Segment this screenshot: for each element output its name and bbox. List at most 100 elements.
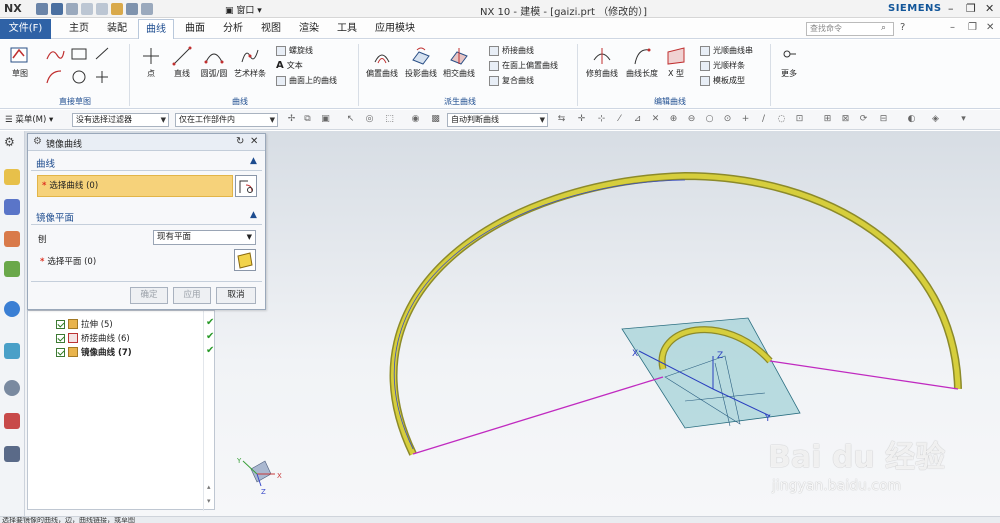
- tab-file[interactable]: 文件(F): [0, 19, 51, 39]
- reuse-library-icon[interactable]: [4, 261, 20, 277]
- tab-assembly[interactable]: 装配: [100, 19, 134, 39]
- bridge-curve-line-left[interactable]: [412, 376, 664, 455]
- clock-icon[interactable]: [4, 380, 20, 396]
- filter-icon[interactable]: ⧉: [302, 114, 313, 125]
- minimize-icon[interactable]: –: [948, 2, 954, 15]
- nav-item-bridge-curve[interactable]: 桥接曲线 (6): [56, 331, 130, 345]
- plane-select-button[interactable]: [234, 249, 256, 271]
- control-point-icon[interactable]: ⊿: [632, 114, 643, 125]
- doc-close-icon[interactable]: ✕: [986, 22, 994, 33]
- close-icon[interactable]: ✕: [985, 2, 994, 15]
- process-studio-icon[interactable]: [4, 446, 20, 462]
- copy-icon[interactable]: [96, 3, 108, 15]
- restore-icon[interactable]: ❐: [966, 2, 976, 15]
- chevron-up-icon[interactable]: ▲: [250, 156, 257, 166]
- intersection-curve-button[interactable]: 相交曲线: [441, 46, 477, 79]
- search-icon[interactable]: ⌕: [881, 23, 886, 33]
- bridge-curve-line-right[interactable]: [769, 360, 959, 390]
- arc-circle-button[interactable]: 圆弧/圆: [198, 46, 230, 79]
- shading-icon[interactable]: ◐: [906, 114, 917, 125]
- deselect-icon[interactable]: ◎: [364, 114, 375, 125]
- arc-center-icon[interactable]: ⊕: [668, 114, 679, 125]
- select-curve-field[interactable]: * 选择曲线 (0): [37, 175, 233, 197]
- text-button[interactable]: A 文本: [276, 60, 303, 71]
- trim-curve-button[interactable]: 修剪曲线: [583, 46, 621, 79]
- orient-view-icon[interactable]: ◈: [930, 114, 941, 125]
- fit-icon[interactable]: ⊞: [822, 114, 833, 125]
- view-icon[interactable]: ◉: [410, 114, 421, 125]
- view-triad[interactable]: X Y Z: [236, 457, 282, 496]
- undo-icon[interactable]: [51, 3, 63, 15]
- tab-home[interactable]: 主页: [62, 19, 96, 39]
- smooth-curve-string-button[interactable]: 光顺曲线串: [700, 45, 753, 56]
- touch-mode-icon[interactable]: [141, 3, 153, 15]
- tab-curve[interactable]: 曲线: [138, 19, 174, 39]
- tab-applications[interactable]: 应用模块: [368, 19, 422, 39]
- system-material-icon[interactable]: [4, 413, 20, 429]
- project-curve-button[interactable]: 投影曲线: [403, 46, 439, 79]
- doc-minimize-icon[interactable]: –: [950, 22, 955, 33]
- part-navigator-icon[interactable]: [4, 231, 20, 247]
- sketch-button[interactable]: 草图: [6, 44, 34, 79]
- tab-surface[interactable]: 曲面: [178, 19, 212, 39]
- cursor-icon[interactable]: ↖: [345, 114, 356, 125]
- studio-spline-button[interactable]: 艺术样条: [232, 46, 268, 79]
- nav-item-extrude[interactable]: 拉伸 (5): [56, 317, 113, 331]
- repeat-icon[interactable]: [126, 3, 138, 15]
- redo-icon[interactable]: [66, 3, 78, 15]
- bridge-curve-button[interactable]: 桥接曲线: [489, 45, 534, 56]
- reset-icon[interactable]: ↻: [236, 136, 244, 147]
- checkbox-icon[interactable]: [56, 333, 65, 343]
- offset-on-face-button[interactable]: 在面上偏置曲线: [489, 60, 558, 71]
- pan-icon[interactable]: ⊟: [878, 114, 889, 125]
- quadrant-icon[interactable]: ⊖: [686, 114, 697, 125]
- curve-on-face-button[interactable]: 曲面上的曲线: [276, 75, 337, 86]
- intersection-icon[interactable]: ✕: [650, 114, 661, 125]
- x-form-button[interactable]: X 型: [662, 46, 690, 79]
- rotate-icon[interactable]: ⟳: [858, 114, 869, 125]
- scroll-up-icon[interactable]: ▴: [207, 483, 211, 491]
- cancel-button[interactable]: 取消: [216, 287, 256, 304]
- chevron-up-icon[interactable]: ▲: [250, 210, 257, 220]
- tab-view[interactable]: 视图: [254, 19, 288, 39]
- settings-icon[interactable]: ⚙: [4, 135, 20, 151]
- offset-curve-button[interactable]: 偏置曲线: [364, 46, 400, 79]
- snap-point-icon[interactable]: ✛: [576, 114, 587, 125]
- connected-icon[interactable]: ⇆: [556, 114, 567, 125]
- select-plane-label[interactable]: * 选择平面 (0): [40, 255, 96, 267]
- ok-button[interactable]: 确定: [130, 287, 168, 304]
- line-button[interactable]: 直线: [168, 46, 196, 79]
- plane-type-select[interactable]: 现有平面 ▼: [153, 230, 256, 245]
- smooth-spline-button[interactable]: 光顺样条: [700, 60, 745, 71]
- sketch-tools-icons[interactable]: [44, 45, 118, 89]
- zoom-icon[interactable]: ⊠: [840, 114, 851, 125]
- main-menu-button[interactable]: ☰ 菜单(M) ▾: [5, 113, 53, 125]
- tangent-icon[interactable]: ⊙: [722, 114, 733, 125]
- composite-curve-button[interactable]: 复合曲线: [489, 75, 534, 86]
- doc-restore-icon[interactable]: ❐: [968, 22, 977, 33]
- tab-analysis[interactable]: 分析: [216, 19, 250, 39]
- window-menu[interactable]: ▣ 窗口 ▾: [225, 3, 262, 16]
- tab-tools[interactable]: 工具: [330, 19, 364, 39]
- plus-icon[interactable]: +: [740, 114, 751, 125]
- checkbox-icon[interactable]: [56, 319, 65, 329]
- mid-point-icon[interactable]: ⁄: [614, 114, 625, 125]
- existing-point-icon[interactable]: ⊡: [794, 114, 805, 125]
- section-curve-header[interactable]: 曲线: [36, 156, 55, 170]
- assembly-navigator-icon[interactable]: [4, 169, 20, 185]
- nav-item-mirror-curve[interactable]: 镜像曲线 (7): [56, 345, 132, 359]
- line-point-icon[interactable]: ∕: [758, 114, 769, 125]
- gear-icon[interactable]: ⚙: [33, 136, 42, 147]
- body-icon[interactable]: ▩: [430, 114, 441, 125]
- checkbox-icon[interactable]: [56, 347, 65, 357]
- constraint-navigator-icon[interactable]: [4, 199, 20, 215]
- scroll-down-icon[interactable]: ▾: [207, 497, 211, 505]
- web-browser-icon[interactable]: [4, 301, 20, 317]
- cut-icon[interactable]: [81, 3, 93, 15]
- paste-icon[interactable]: [111, 3, 123, 15]
- face-point-icon[interactable]: ◌: [776, 114, 787, 125]
- tab-render[interactable]: 渲染: [292, 19, 326, 39]
- help-icon[interactable]: ?: [900, 22, 905, 33]
- section-mirror-plane-header[interactable]: 镜像平面: [36, 210, 74, 224]
- save-icon[interactable]: [36, 3, 48, 15]
